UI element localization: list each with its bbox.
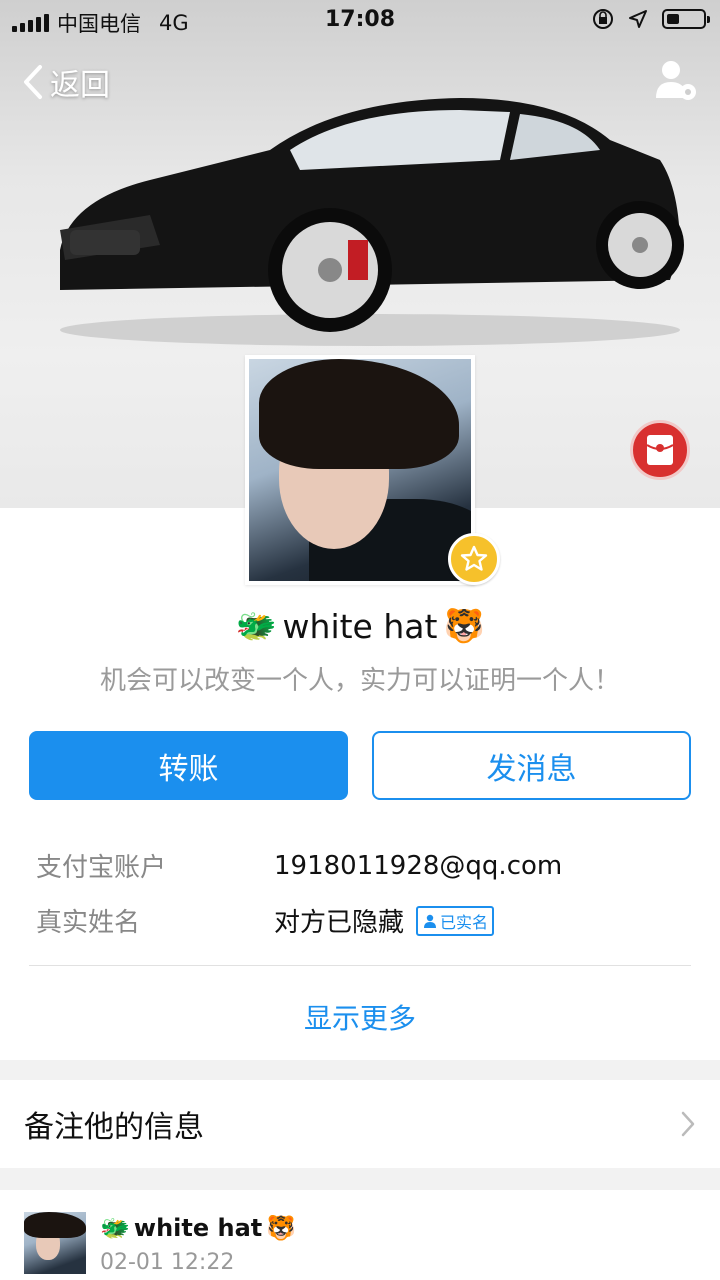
- avatar-photo: [249, 359, 471, 581]
- show-more-link[interactable]: 显示更多: [0, 997, 720, 1037]
- realname-label: 真实姓名: [36, 908, 141, 938]
- chevron-right-icon: [681, 1111, 695, 1137]
- location-arrow-icon: [629, 10, 647, 28]
- verified-person-icon: [424, 914, 437, 928]
- feed-timestamp: 02-01 12:22: [100, 1250, 235, 1275]
- tiger-emoji-icon: 🐯: [266, 1214, 297, 1242]
- realname-row: 真实姓名 对方已隐藏 已实名: [36, 902, 495, 939]
- star-badge-icon[interactable]: [448, 533, 500, 585]
- transfer-button[interactable]: 转账: [29, 731, 348, 800]
- user-settings-icon[interactable]: [654, 58, 698, 102]
- profile-avatar[interactable]: [245, 355, 475, 585]
- account-label: 支付宝账户: [36, 853, 167, 883]
- dragon-emoji-icon: 🐲: [100, 1214, 130, 1242]
- verified-badge-label: 已实名: [440, 912, 489, 932]
- feed-avatar: [24, 1212, 86, 1274]
- remark-label: 备注他的信息: [24, 1110, 204, 1145]
- back-label: 返回: [50, 68, 110, 103]
- feed-item[interactable]: 🐲 white hat 🐯 02-01 12:22: [0, 1190, 720, 1280]
- divider: [29, 965, 691, 966]
- send-message-button[interactable]: 发消息: [372, 731, 691, 800]
- tiger-emoji-icon: 🐯: [443, 606, 485, 645]
- rotation-lock-icon: [593, 9, 613, 29]
- profile-signature: 机会可以改变一个人，实力可以证明一个人！: [99, 666, 620, 696]
- realname-value: 对方已隐藏: [274, 908, 405, 938]
- remark-row[interactable]: 备注他的信息: [0, 1080, 720, 1168]
- account-row: 支付宝账户 1918011928@qq.com: [36, 847, 562, 884]
- chevron-left-icon: [24, 65, 42, 99]
- feed-author-name: white hat: [133, 1214, 263, 1242]
- battery-icon: [662, 9, 710, 29]
- red-packet-icon: [646, 435, 674, 465]
- profile-name: 🐲 white hat 🐯: [0, 606, 720, 646]
- back-button[interactable]: 返回: [22, 60, 110, 104]
- account-value: 1918011928@qq.com: [274, 850, 563, 881]
- car-cover-photo: [60, 98, 684, 346]
- feed-author: 🐲 white hat 🐯: [100, 1214, 296, 1242]
- red-packet-button[interactable]: [630, 420, 690, 480]
- dragon-emoji-icon: 🐲: [235, 606, 277, 645]
- status-bar: 中国电信 4G 17:08: [0, 0, 720, 40]
- verified-badge: 已实名: [416, 905, 495, 936]
- profile-name-text: white hat: [282, 606, 438, 646]
